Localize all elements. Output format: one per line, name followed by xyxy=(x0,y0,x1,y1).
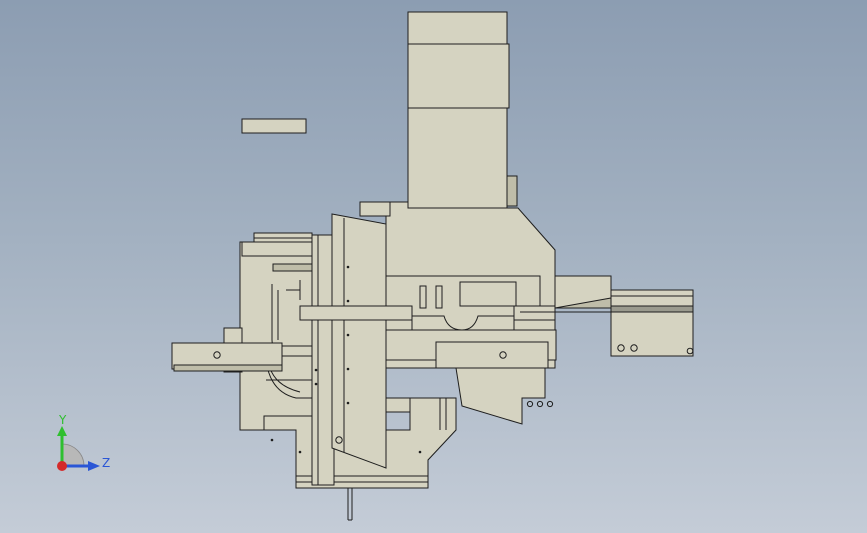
left-clamp-upper xyxy=(281,345,313,357)
motor-lower-block xyxy=(407,107,508,209)
left-frame-header xyxy=(241,241,313,257)
motor-upper-block xyxy=(407,11,508,45)
motor-middle-block xyxy=(407,43,510,109)
front-tall-plate xyxy=(331,213,387,469)
right-clamp-arm xyxy=(435,341,549,369)
inner-post-2 xyxy=(435,285,443,309)
inner-post-1 xyxy=(419,285,427,309)
right-rail-groove xyxy=(610,305,694,313)
right-rail-body xyxy=(610,311,694,357)
inner-window xyxy=(459,281,517,307)
triad-z-label: Z xyxy=(102,456,111,470)
triad-y-arrow xyxy=(57,426,67,436)
orientation-triad[interactable] xyxy=(50,422,110,482)
lower-right-bracket xyxy=(455,367,546,425)
triad-y-label: Y xyxy=(59,413,67,427)
triad-x-axis-dot xyxy=(57,461,67,471)
right-rail-top xyxy=(610,289,694,307)
center-column-back xyxy=(311,234,335,486)
triad-z-arrow xyxy=(88,461,100,471)
cad-graphics-viewport[interactable]: Y Z xyxy=(0,0,867,533)
motor-side-bracket xyxy=(506,175,518,207)
floating-plate xyxy=(241,118,307,134)
left-frame-slot xyxy=(272,263,314,272)
left-clamp-lip xyxy=(173,364,283,372)
housing-top-lip xyxy=(359,201,391,217)
machine-assembly-model[interactable] xyxy=(0,0,867,533)
base-right-ledge xyxy=(385,397,411,413)
